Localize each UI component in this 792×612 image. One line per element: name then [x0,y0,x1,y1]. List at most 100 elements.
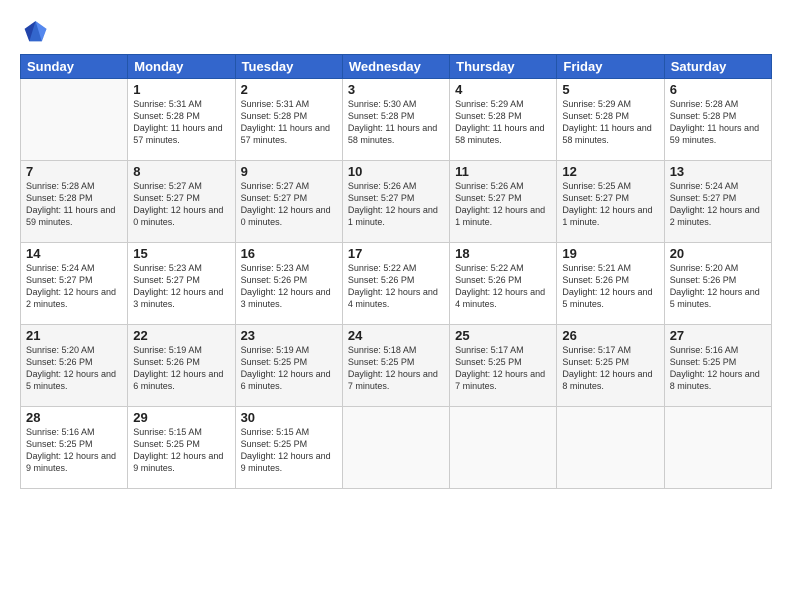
calendar-cell: 14Sunrise: 5:24 AM Sunset: 5:27 PM Dayli… [21,243,128,325]
calendar-cell: 13Sunrise: 5:24 AM Sunset: 5:27 PM Dayli… [664,161,771,243]
col-header-tuesday: Tuesday [235,55,342,79]
calendar-cell: 25Sunrise: 5:17 AM Sunset: 5:25 PM Dayli… [450,325,557,407]
calendar-cell: 18Sunrise: 5:22 AM Sunset: 5:26 PM Dayli… [450,243,557,325]
calendar-cell: 10Sunrise: 5:26 AM Sunset: 5:27 PM Dayli… [342,161,449,243]
day-info: Sunrise: 5:31 AM Sunset: 5:28 PM Dayligh… [241,98,337,147]
day-info: Sunrise: 5:16 AM Sunset: 5:25 PM Dayligh… [670,344,766,393]
calendar-cell: 23Sunrise: 5:19 AM Sunset: 5:25 PM Dayli… [235,325,342,407]
day-number: 9 [241,164,337,179]
day-number: 8 [133,164,229,179]
calendar-cell: 8Sunrise: 5:27 AM Sunset: 5:27 PM Daylig… [128,161,235,243]
calendar-cell: 29Sunrise: 5:15 AM Sunset: 5:25 PM Dayli… [128,407,235,489]
col-header-thursday: Thursday [450,55,557,79]
day-number: 23 [241,328,337,343]
day-number: 11 [455,164,551,179]
day-number: 1 [133,82,229,97]
calendar-cell [450,407,557,489]
col-header-wednesday: Wednesday [342,55,449,79]
day-number: 27 [670,328,766,343]
day-number: 19 [562,246,658,261]
calendar-week-row: 1Sunrise: 5:31 AM Sunset: 5:28 PM Daylig… [21,79,772,161]
day-number: 16 [241,246,337,261]
calendar-cell: 21Sunrise: 5:20 AM Sunset: 5:26 PM Dayli… [21,325,128,407]
day-info: Sunrise: 5:29 AM Sunset: 5:28 PM Dayligh… [455,98,551,147]
calendar-cell: 12Sunrise: 5:25 AM Sunset: 5:27 PM Dayli… [557,161,664,243]
calendar-cell: 15Sunrise: 5:23 AM Sunset: 5:27 PM Dayli… [128,243,235,325]
calendar-cell: 19Sunrise: 5:21 AM Sunset: 5:26 PM Dayli… [557,243,664,325]
col-header-sunday: Sunday [21,55,128,79]
day-info: Sunrise: 5:31 AM Sunset: 5:28 PM Dayligh… [133,98,229,147]
calendar-cell: 16Sunrise: 5:23 AM Sunset: 5:26 PM Dayli… [235,243,342,325]
day-number: 12 [562,164,658,179]
day-info: Sunrise: 5:19 AM Sunset: 5:26 PM Dayligh… [133,344,229,393]
day-number: 26 [562,328,658,343]
day-info: Sunrise: 5:28 AM Sunset: 5:28 PM Dayligh… [26,180,122,229]
day-info: Sunrise: 5:17 AM Sunset: 5:25 PM Dayligh… [562,344,658,393]
day-info: Sunrise: 5:18 AM Sunset: 5:25 PM Dayligh… [348,344,444,393]
calendar-week-row: 28Sunrise: 5:16 AM Sunset: 5:25 PM Dayli… [21,407,772,489]
day-number: 30 [241,410,337,425]
day-info: Sunrise: 5:20 AM Sunset: 5:26 PM Dayligh… [670,262,766,311]
calendar-cell [557,407,664,489]
day-info: Sunrise: 5:21 AM Sunset: 5:26 PM Dayligh… [562,262,658,311]
day-number: 18 [455,246,551,261]
day-number: 21 [26,328,122,343]
calendar-cell: 4Sunrise: 5:29 AM Sunset: 5:28 PM Daylig… [450,79,557,161]
calendar-cell: 24Sunrise: 5:18 AM Sunset: 5:25 PM Dayli… [342,325,449,407]
day-info: Sunrise: 5:26 AM Sunset: 5:27 PM Dayligh… [348,180,444,229]
day-info: Sunrise: 5:27 AM Sunset: 5:27 PM Dayligh… [133,180,229,229]
calendar-cell [342,407,449,489]
day-number: 28 [26,410,122,425]
calendar-week-row: 21Sunrise: 5:20 AM Sunset: 5:26 PM Dayli… [21,325,772,407]
calendar-cell: 30Sunrise: 5:15 AM Sunset: 5:25 PM Dayli… [235,407,342,489]
calendar-cell [21,79,128,161]
col-header-saturday: Saturday [664,55,771,79]
calendar-cell: 3Sunrise: 5:30 AM Sunset: 5:28 PM Daylig… [342,79,449,161]
day-info: Sunrise: 5:26 AM Sunset: 5:27 PM Dayligh… [455,180,551,229]
day-info: Sunrise: 5:17 AM Sunset: 5:25 PM Dayligh… [455,344,551,393]
calendar-cell: 7Sunrise: 5:28 AM Sunset: 5:28 PM Daylig… [21,161,128,243]
col-header-friday: Friday [557,55,664,79]
calendar-cell: 1Sunrise: 5:31 AM Sunset: 5:28 PM Daylig… [128,79,235,161]
day-info: Sunrise: 5:22 AM Sunset: 5:26 PM Dayligh… [348,262,444,311]
day-number: 4 [455,82,551,97]
calendar-cell: 22Sunrise: 5:19 AM Sunset: 5:26 PM Dayli… [128,325,235,407]
day-number: 7 [26,164,122,179]
day-info: Sunrise: 5:15 AM Sunset: 5:25 PM Dayligh… [133,426,229,475]
calendar-cell: 26Sunrise: 5:17 AM Sunset: 5:25 PM Dayli… [557,325,664,407]
day-info: Sunrise: 5:23 AM Sunset: 5:26 PM Dayligh… [241,262,337,311]
day-number: 10 [348,164,444,179]
day-info: Sunrise: 5:22 AM Sunset: 5:26 PM Dayligh… [455,262,551,311]
day-info: Sunrise: 5:28 AM Sunset: 5:28 PM Dayligh… [670,98,766,147]
day-info: Sunrise: 5:15 AM Sunset: 5:25 PM Dayligh… [241,426,337,475]
day-number: 3 [348,82,444,97]
day-info: Sunrise: 5:20 AM Sunset: 5:26 PM Dayligh… [26,344,122,393]
day-number: 5 [562,82,658,97]
day-number: 15 [133,246,229,261]
calendar-cell: 20Sunrise: 5:20 AM Sunset: 5:26 PM Dayli… [664,243,771,325]
day-info: Sunrise: 5:30 AM Sunset: 5:28 PM Dayligh… [348,98,444,147]
page-header [20,18,772,46]
day-number: 13 [670,164,766,179]
day-number: 29 [133,410,229,425]
day-number: 17 [348,246,444,261]
day-info: Sunrise: 5:25 AM Sunset: 5:27 PM Dayligh… [562,180,658,229]
calendar-cell [664,407,771,489]
day-info: Sunrise: 5:24 AM Sunset: 5:27 PM Dayligh… [26,262,122,311]
calendar-cell: 9Sunrise: 5:27 AM Sunset: 5:27 PM Daylig… [235,161,342,243]
calendar-cell: 11Sunrise: 5:26 AM Sunset: 5:27 PM Dayli… [450,161,557,243]
day-info: Sunrise: 5:23 AM Sunset: 5:27 PM Dayligh… [133,262,229,311]
calendar-header-row: SundayMondayTuesdayWednesdayThursdayFrid… [21,55,772,79]
day-number: 6 [670,82,766,97]
day-number: 24 [348,328,444,343]
day-info: Sunrise: 5:19 AM Sunset: 5:25 PM Dayligh… [241,344,337,393]
calendar-cell: 6Sunrise: 5:28 AM Sunset: 5:28 PM Daylig… [664,79,771,161]
day-info: Sunrise: 5:24 AM Sunset: 5:27 PM Dayligh… [670,180,766,229]
calendar-cell: 5Sunrise: 5:29 AM Sunset: 5:28 PM Daylig… [557,79,664,161]
day-number: 25 [455,328,551,343]
calendar-cell: 2Sunrise: 5:31 AM Sunset: 5:28 PM Daylig… [235,79,342,161]
day-info: Sunrise: 5:27 AM Sunset: 5:27 PM Dayligh… [241,180,337,229]
calendar-cell: 17Sunrise: 5:22 AM Sunset: 5:26 PM Dayli… [342,243,449,325]
calendar-week-row: 14Sunrise: 5:24 AM Sunset: 5:27 PM Dayli… [21,243,772,325]
logo [20,18,52,46]
